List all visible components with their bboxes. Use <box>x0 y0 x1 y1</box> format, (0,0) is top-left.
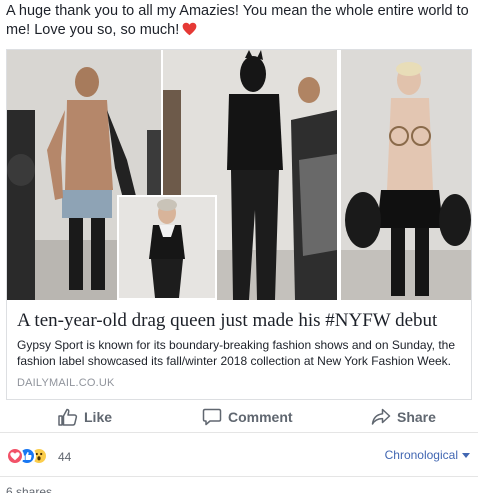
post-message-text: A huge thank you to all my Amazies! You … <box>6 3 469 38</box>
post-message: A huge thank you to all my Amazies! You … <box>6 2 472 42</box>
caret-down-icon <box>462 448 470 462</box>
runway-photo-3 <box>341 50 471 300</box>
like-label: Like <box>84 409 113 425</box>
heart-emoji-icon <box>182 22 197 42</box>
love-reaction-icon <box>6 447 24 465</box>
share-count[interactable]: 6 shares <box>6 485 52 493</box>
share-label: Share <box>397 409 436 425</box>
reactions-summary: 44 Chronological <box>0 445 478 469</box>
link-preview-card[interactable]: A ten-year-old drag queen just made his … <box>6 49 472 400</box>
link-domain: DAILYMAIL.CO.UK <box>17 377 115 389</box>
link-description: Gypsy Sport is known for its boundary-br… <box>17 338 456 368</box>
like-button[interactable]: Like <box>58 407 112 427</box>
post-action-bar: Like Comment Share <box>0 401 478 433</box>
comment-button[interactable]: Comment <box>202 407 293 427</box>
comment-sort-dropdown[interactable]: Chronological <box>385 448 470 462</box>
facebook-post: A huge thank you to all my Amazies! You … <box>0 0 478 493</box>
runway-photo-child <box>117 195 217 300</box>
comment-bubble-icon <box>202 408 222 426</box>
reaction-count[interactable]: 44 <box>58 450 71 464</box>
reaction-icons[interactable] <box>6 445 54 467</box>
sort-label: Chronological <box>384 448 458 462</box>
share-button[interactable]: Share <box>371 407 436 427</box>
link-title[interactable]: A ten-year-old drag queen just made his … <box>17 309 463 333</box>
link-preview-image-collage[interactable] <box>7 50 471 300</box>
thumbs-up-icon <box>58 408 78 426</box>
comment-label: Comment <box>228 409 293 425</box>
share-arrow-icon <box>371 408 391 426</box>
divider <box>0 476 478 477</box>
